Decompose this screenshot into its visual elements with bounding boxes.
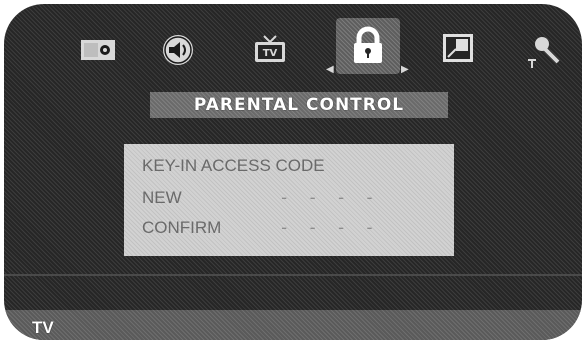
right-arrow-icon: ▶ bbox=[401, 64, 409, 75]
menu-item-setup[interactable] bbox=[522, 28, 566, 72]
menu-item-tv[interactable]: TV bbox=[248, 28, 292, 72]
confirm-code-field[interactable]: - - - - bbox=[279, 218, 379, 238]
osd-panel: TV ◀ ▶ PARENTAL CONTROL KEY-IN ACCESS CO… bbox=[4, 4, 582, 340]
divider bbox=[4, 274, 582, 276]
setup-icon bbox=[528, 37, 560, 68]
input-source-label: TV bbox=[32, 318, 54, 337]
dialog-heading: KEY-IN ACCESS CODE bbox=[142, 156, 325, 175]
picture-icon bbox=[81, 40, 115, 60]
sound-icon bbox=[163, 35, 193, 65]
new-code-label: NEW bbox=[142, 188, 182, 207]
menu-item-sound[interactable] bbox=[156, 28, 200, 72]
section-title-bar: PARENTAL CONTROL bbox=[150, 92, 448, 118]
confirm-code-label: CONFIRM bbox=[142, 218, 222, 237]
menu-item-screen[interactable] bbox=[436, 26, 480, 70]
menu-item-picture[interactable] bbox=[76, 28, 120, 72]
page-title: PARENTAL CONTROL bbox=[193, 95, 405, 115]
access-code-dialog: KEY-IN ACCESS CODE NEW - - - - CONFIRM -… bbox=[124, 144, 454, 256]
tv-icon: TV bbox=[255, 35, 285, 62]
tv-osd-screen: TV ◀ ▶ PARENTAL CONTROL KEY-IN ACCESS CO… bbox=[0, 0, 587, 343]
left-arrow-icon: ◀ bbox=[326, 64, 334, 75]
screen-setup-icon bbox=[443, 34, 473, 62]
menu-icon-bar: TV ◀ ▶ bbox=[4, 18, 582, 82]
new-code-field[interactable]: - - - - bbox=[279, 188, 379, 208]
footer-bar: TV bbox=[4, 310, 582, 340]
svg-text:TV: TV bbox=[263, 48, 278, 59]
lock-icon bbox=[354, 26, 382, 63]
menu-item-parental-lock[interactable] bbox=[336, 18, 400, 74]
